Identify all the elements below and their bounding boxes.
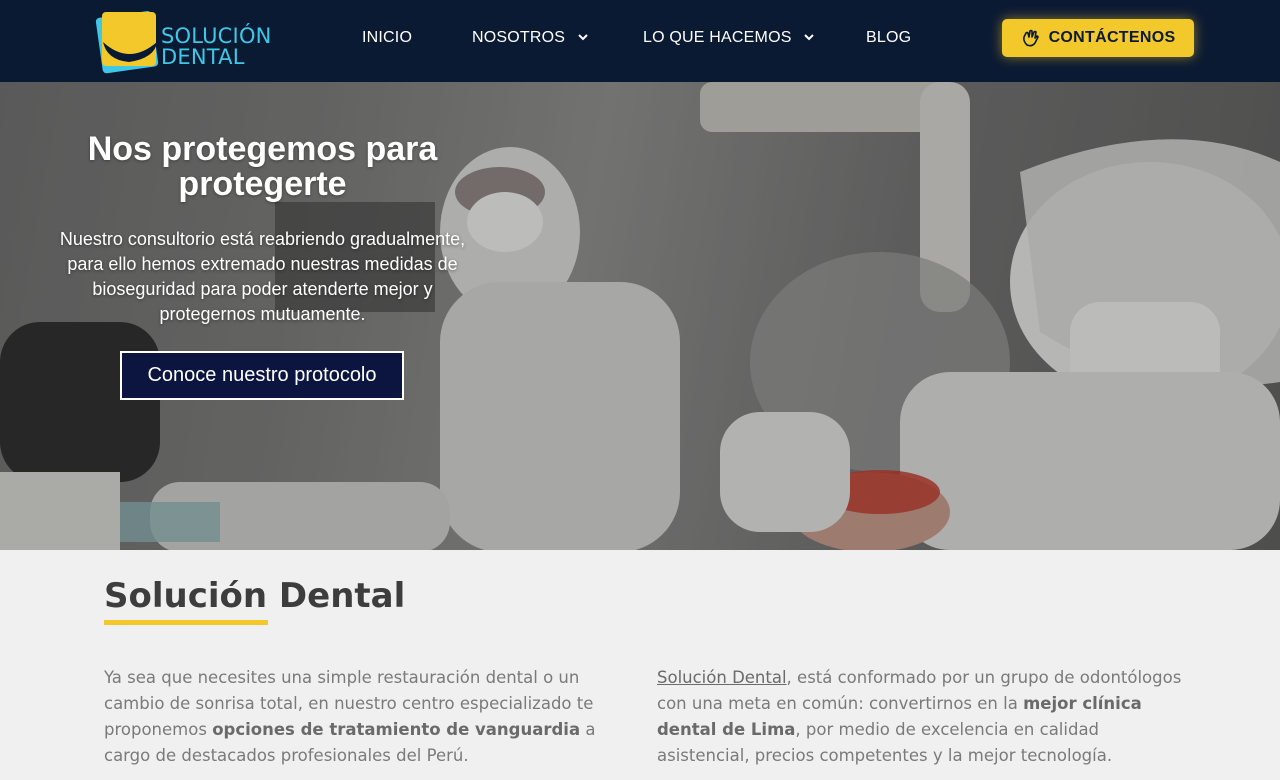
nav-item-inicio[interactable]: INICIO	[362, 28, 412, 48]
intro-left-bold: opciones de tratamiento de vanguardia	[212, 720, 581, 739]
protocol-button-label: Conoce nuestro protocolo	[147, 364, 377, 386]
section-title: Solución Dental	[104, 576, 406, 616]
chevron-down-icon	[578, 34, 588, 41]
nav-item-lo-que-hacemos[interactable]: LO QUE HACEMOS	[643, 28, 814, 48]
hero-banner: Nos protegemos para protegerte Nuestro c…	[0, 82, 1280, 550]
protocol-button[interactable]: Conoce nuestro protocolo	[120, 351, 404, 400]
intro-right-paragraph: Solución Dental, está conformado por un …	[657, 665, 1187, 769]
site-header: SOLUCIÓN DENTAL INICIO NOSOTROS LO QUE H…	[0, 0, 1280, 82]
contact-button[interactable]: CONTÁCTENOS	[1002, 19, 1194, 57]
nav-item-blog[interactable]: BLOG	[866, 28, 911, 48]
title-underline	[104, 620, 268, 625]
solucion-dental-link[interactable]: Solución Dental	[657, 668, 787, 687]
nav-item-nosotros[interactable]: NOSOTROS	[472, 28, 588, 48]
hero-description: Nuestro consultorio está reabriendo grad…	[59, 229, 466, 324]
chevron-down-icon	[804, 34, 814, 41]
contact-button-label: CONTÁCTENOS	[1048, 29, 1176, 46]
nav-label: INICIO	[362, 29, 413, 46]
nav-label: BLOG	[866, 29, 912, 46]
intro-left-paragraph: Ya sea que necesites una simple restaura…	[104, 665, 634, 769]
nav-label: LO QUE HACEMOS	[643, 29, 792, 46]
waving-hand-icon	[1022, 29, 1039, 47]
hero-title: Nos protegemos para protegerte	[87, 130, 438, 203]
nav-label: NOSOTROS	[472, 29, 566, 46]
